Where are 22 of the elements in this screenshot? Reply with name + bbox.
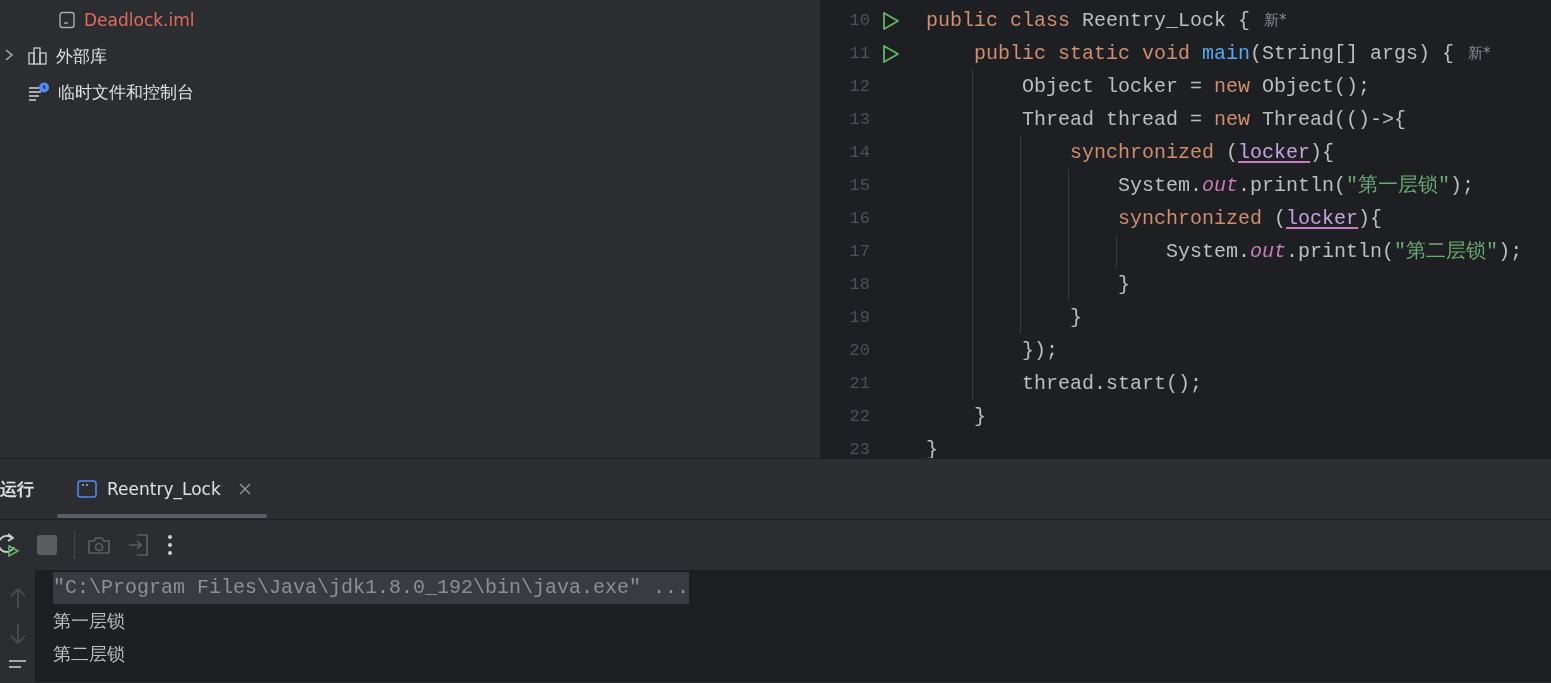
console-output: 第二层锁 [53,642,125,666]
run-tab[interactable]: Reentry_Lock [57,458,267,520]
file-icon [58,11,76,29]
author-hint[interactable]: 新* [1468,37,1491,70]
rerun-icon[interactable] [0,532,20,558]
library-icon [28,47,48,65]
scratch-list-icon [28,82,50,102]
console-output: 第一层锁 [53,609,125,633]
wrap-icon[interactable] [7,659,28,671]
tree-item[interactable]: 临时文件和控制台 [58,80,194,104]
more-icon[interactable] [167,534,173,556]
console-command: "C:\Program Files\Java\jdk1.8.0_192\bin\java.exe" ... [53,572,690,604]
author-hint[interactable]: 新* [1264,4,1287,37]
run-icon[interactable] [882,10,900,31]
console-icon [77,480,97,498]
code-line: public class Reentry_Lock { 新* [926,4,1287,37]
chevron-right-icon[interactable] [3,48,15,62]
run-icon[interactable] [882,43,900,64]
tree-item[interactable]: 外部库 [56,44,107,68]
panel-title: 运行 [0,477,35,501]
close-icon[interactable] [238,483,251,495]
tree-item[interactable]: Deadlock.iml [84,10,195,30]
